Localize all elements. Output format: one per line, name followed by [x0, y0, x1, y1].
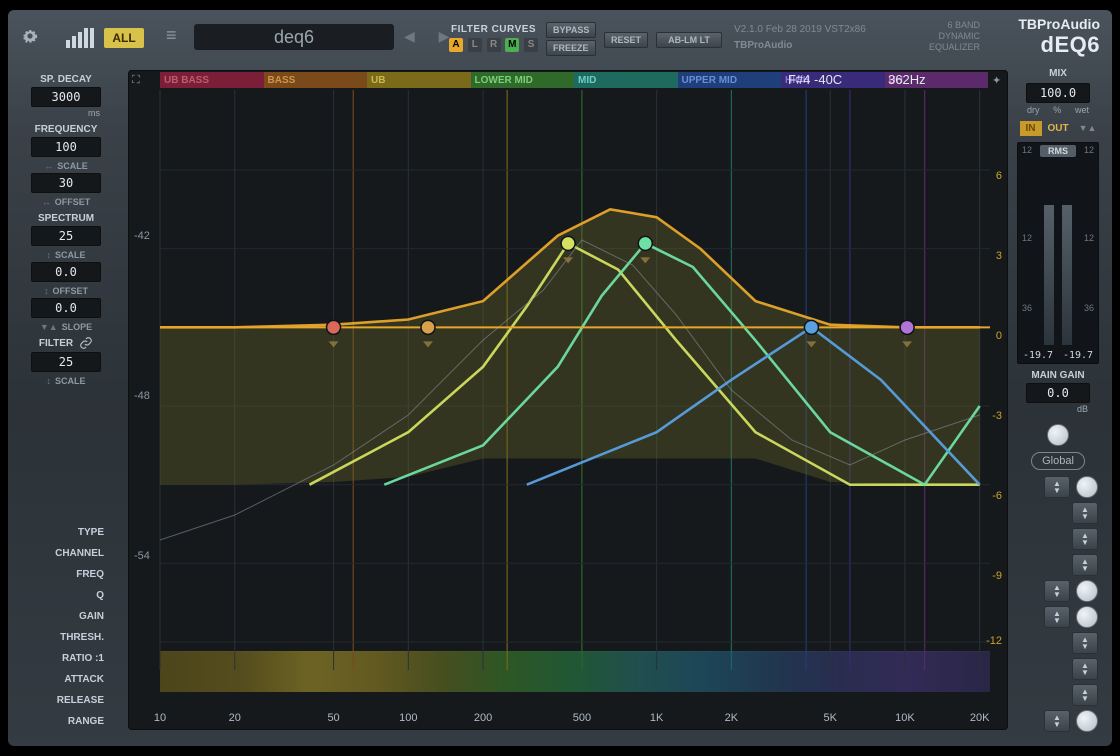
band-param-labels: TYPECHANNELFREQQGAINTHRESH.RATIO :1ATTAC… [14, 522, 118, 732]
all-bands-button[interactable]: ALL [104, 28, 144, 48]
vert-arrows-icon: ↕ [46, 250, 51, 260]
pct-label: % [1053, 105, 1061, 115]
meter-readout-r: -19.7 [1063, 350, 1093, 361]
band-node[interactable] [638, 236, 652, 250]
eq-curves[interactable] [128, 70, 1008, 730]
param-q: Q [14, 585, 118, 606]
scale-label-1: SCALE [57, 161, 88, 171]
snapshot-button[interactable] [1047, 424, 1069, 446]
spectrum-input[interactable]: 25 [31, 226, 101, 246]
sp-decay-unit: ms [14, 108, 100, 118]
preset-prev-icon[interactable]: ◀ [404, 28, 425, 44]
vert-arrows-icon: ↕ [44, 286, 49, 296]
preset-name-display[interactable]: deq6 [194, 24, 394, 50]
ablm-button[interactable]: AB-LM LT [656, 32, 722, 48]
round-button[interactable] [1076, 606, 1098, 628]
spectrum-offset-input[interactable]: 0.0 [31, 298, 101, 318]
offset-label-2: OFFSET [53, 286, 89, 296]
stepper[interactable] [1072, 632, 1098, 654]
mix-label: MIX [1010, 68, 1106, 79]
vert-arrows-icon: ↕ [46, 376, 51, 386]
eq-graph[interactable]: ⛶ ✦ UB BASSBASSUBLOWER MIDMIDUPPER MIDHI… [128, 70, 1008, 730]
frequency-label: FREQUENCY [14, 124, 118, 135]
horiz-arrows-icon: ↔ [44, 161, 53, 171]
stepper[interactable] [1044, 710, 1070, 732]
global-button[interactable]: Global [1031, 452, 1085, 470]
curve-a-button[interactable]: A [449, 38, 463, 52]
reset-button[interactable]: RESET [604, 32, 648, 48]
stepper[interactable] [1072, 528, 1098, 550]
bypass-button[interactable]: BYPASS [546, 22, 596, 38]
rms-button[interactable]: RMS [1040, 145, 1076, 157]
spectrum-mode-icon[interactable] [66, 28, 96, 48]
stepper[interactable] [1072, 684, 1098, 706]
stepper[interactable] [1044, 476, 1070, 498]
slope-label: SLOPE [62, 322, 93, 332]
band-node[interactable] [327, 320, 341, 334]
param-gain: GAIN [14, 606, 118, 627]
level-meter: 12 12 RMS 12 12 36 36 -19.7 -19.7 [1017, 142, 1099, 364]
curve-l-button[interactable]: L [468, 38, 482, 52]
freq-scale-input[interactable]: 30 [31, 173, 101, 193]
link-icon[interactable] [79, 336, 93, 350]
param-range: RANGE [14, 711, 118, 732]
spectrum-label: SPECTRUM [14, 213, 118, 224]
version-label: V2.1.0 Feb 28 2019 VST2x86 [734, 24, 866, 35]
filter-label: FILTER [39, 338, 73, 349]
wet-label: wet [1075, 105, 1089, 115]
mix-input[interactable]: 100.0 [1026, 83, 1090, 103]
round-button[interactable] [1076, 710, 1098, 732]
dry-label: dry [1027, 105, 1040, 115]
filter-curves-label: FILTER CURVES [448, 24, 539, 35]
dropdown-icon[interactable]: ▼▲ [1079, 123, 1097, 133]
db-unit: dB [1010, 404, 1088, 414]
band-node[interactable] [804, 320, 818, 334]
settings-icon[interactable] [22, 28, 38, 47]
tagline-label: 6 BAND DYNAMIC EQUALIZER [929, 20, 980, 53]
param-release: RELEASE [14, 690, 118, 711]
menu-icon[interactable]: ≡ [166, 28, 177, 42]
frequency-input[interactable]: 100 [31, 137, 101, 157]
filter-input[interactable]: 25 [31, 352, 101, 372]
curve-r-button[interactable]: R [487, 38, 501, 52]
stepper[interactable] [1072, 658, 1098, 680]
meter-readout-l: -19.7 [1023, 350, 1053, 361]
in-out-toggle[interactable]: IN OUT [1020, 121, 1075, 136]
sp-decay-label: SP. DECAY [14, 74, 118, 85]
band-node[interactable] [561, 236, 575, 250]
scale-label-2: SCALE [55, 250, 86, 260]
round-button[interactable] [1076, 580, 1098, 602]
param-freq: FREQ [14, 564, 118, 585]
param-attack: ATTACK [14, 669, 118, 690]
product-logo: TBProAudio dEQ6 [1018, 16, 1100, 58]
band-node[interactable] [421, 320, 435, 334]
curve-s-button[interactable]: S [524, 38, 538, 52]
param-type: TYPE [14, 522, 118, 543]
offset-label-1: OFFSET [55, 197, 91, 207]
curve-m-button[interactable]: M [505, 38, 519, 52]
stepper[interactable] [1072, 502, 1098, 524]
sp-decay-input[interactable]: 3000 [31, 87, 101, 107]
param-ratio: RATIO :1 [14, 648, 118, 669]
main-gain-label: MAIN GAIN [1010, 370, 1106, 381]
param-thresh: THRESH. [14, 627, 118, 648]
spectrum-scale-input[interactable]: 0.0 [31, 262, 101, 282]
stepper[interactable] [1072, 554, 1098, 576]
main-gain-input[interactable]: 0.0 [1026, 383, 1090, 403]
stepper[interactable] [1044, 606, 1070, 628]
scale-label-3: SCALE [55, 376, 86, 386]
freeze-button[interactable]: FREEZE [546, 40, 596, 56]
param-channel: CHANNEL [14, 543, 118, 564]
stepper[interactable] [1044, 580, 1070, 602]
horiz-arrows-icon: ↔ [42, 197, 51, 207]
brand-link[interactable]: TBProAudio [734, 40, 792, 51]
band-node[interactable] [900, 320, 914, 334]
round-button[interactable] [1076, 476, 1098, 498]
